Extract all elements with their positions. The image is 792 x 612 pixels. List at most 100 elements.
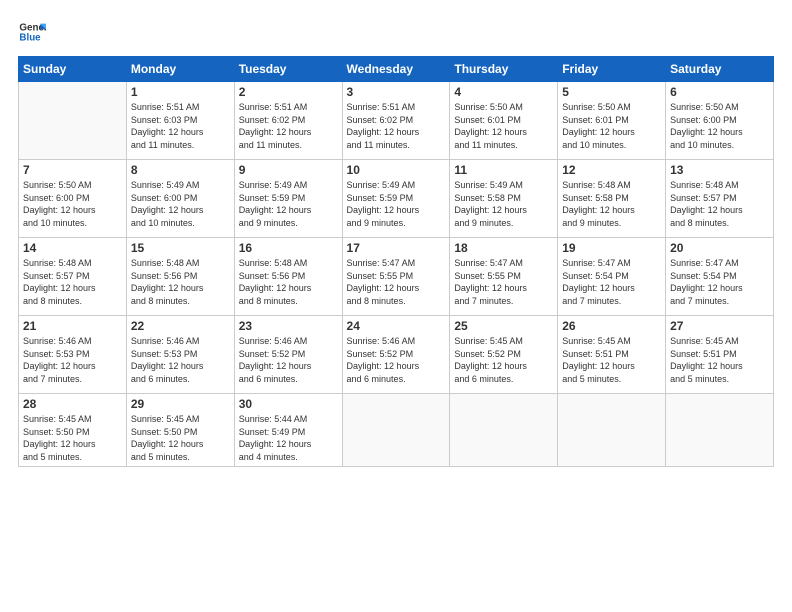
weekday-header-monday: Monday [126,57,234,82]
calendar-cell: 16 Sunrise: 5:48 AM Sunset: 5:56 PM Dayli… [234,238,342,316]
weekday-header-friday: Friday [558,57,666,82]
calendar-cell: 4 Sunrise: 5:50 AM Sunset: 6:01 PM Daylig… [450,82,558,160]
day-info: Sunrise: 5:47 AM Sunset: 5:54 PM Dayligh… [562,257,661,307]
day-info: Sunrise: 5:45 AM Sunset: 5:51 PM Dayligh… [670,335,769,385]
day-number: 26 [562,319,661,333]
weekday-header-thursday: Thursday [450,57,558,82]
calendar-cell: 18 Sunrise: 5:47 AM Sunset: 5:55 PM Dayli… [450,238,558,316]
day-number: 19 [562,241,661,255]
calendar-cell: 3 Sunrise: 5:51 AM Sunset: 6:02 PM Daylig… [342,82,450,160]
calendar-cell: 22 Sunrise: 5:46 AM Sunset: 5:53 PM Dayli… [126,316,234,394]
calendar-cell: 2 Sunrise: 5:51 AM Sunset: 6:02 PM Daylig… [234,82,342,160]
calendar-cell [558,394,666,467]
day-number: 9 [239,163,338,177]
day-info: Sunrise: 5:45 AM Sunset: 5:50 PM Dayligh… [131,413,230,463]
day-info: Sunrise: 5:50 AM Sunset: 6:01 PM Dayligh… [454,101,553,151]
day-number: 28 [23,397,122,411]
day-number: 2 [239,85,338,99]
calendar-cell: 11 Sunrise: 5:49 AM Sunset: 5:58 PM Dayli… [450,160,558,238]
day-number: 4 [454,85,553,99]
calendar-cell [342,394,450,467]
day-number: 14 [23,241,122,255]
day-info: Sunrise: 5:48 AM Sunset: 5:58 PM Dayligh… [562,179,661,229]
day-info: Sunrise: 5:50 AM Sunset: 6:00 PM Dayligh… [23,179,122,229]
day-info: Sunrise: 5:51 AM Sunset: 6:02 PM Dayligh… [347,101,446,151]
day-number: 11 [454,163,553,177]
day-info: Sunrise: 5:49 AM Sunset: 5:59 PM Dayligh… [347,179,446,229]
day-number: 5 [562,85,661,99]
calendar-cell: 21Sunrise: 5:46 AM Sunset: 5:53 PM Dayli… [19,316,127,394]
calendar-cell: 1 Sunrise: 5:51 AM Sunset: 6:03 PM Daylig… [126,82,234,160]
day-info: Sunrise: 5:49 AM Sunset: 5:58 PM Dayligh… [454,179,553,229]
calendar-cell: 10 Sunrise: 5:49 AM Sunset: 5:59 PM Dayli… [342,160,450,238]
day-info: Sunrise: 5:51 AM Sunset: 6:02 PM Dayligh… [239,101,338,151]
day-number: 27 [670,319,769,333]
day-info: Sunrise: 5:51 AM Sunset: 6:03 PM Dayligh… [131,101,230,151]
weekday-header-wednesday: Wednesday [342,57,450,82]
day-number: 21 [23,319,122,333]
calendar-week-4: 21 Sunrise: 5:46 AM Sunset: 5:53 PM Dayli… [19,316,774,394]
day-info: Sunrise: 5:49 AM Sunset: 6:00 PM Dayligh… [131,179,230,229]
day-info: Sunrise: 5:48 AM Sunset: 5:56 PM Dayligh… [131,257,230,307]
day-info: Sunrise: 5:46 AM Sunset: 5:53 PM Dayligh… [131,335,230,385]
calendar-cell [666,394,774,467]
day-number: 20 [670,241,769,255]
day-number: 3 [347,85,446,99]
calendar-cell: 26 Sunrise: 5:45 AM Sunset: 5:51 PM Dayli… [558,316,666,394]
day-info: Sunrise: 5:46 AM Sunset: 5:52 PM Dayligh… [239,335,338,385]
calendar-cell: 30 Sunrise: 5:44 AM Sunset: 5:49 PM Dayli… [234,394,342,467]
day-number: 24 [347,319,446,333]
weekday-header-saturday: Saturday [666,57,774,82]
calendar-cell: 28 Sunrise: 5:45 AM Sunset: 5:50 PM Dayli… [19,394,127,467]
day-info: Sunrise: 5:46 AM Sunset: 5:52 PM Dayligh… [347,335,446,385]
day-info: Sunrise: 5:45 AM Sunset: 5:52 PM Dayligh… [454,335,553,385]
day-info: Sunrise: 5:47 AM Sunset: 5:55 PM Dayligh… [454,257,553,307]
day-info: Sunrise: 5:44 AM Sunset: 5:49 PM Dayligh… [239,413,338,463]
calendar-cell: 13 Sunrise: 5:48 AM Sunset: 5:57 PM Dayli… [666,160,774,238]
calendar-cell: 27 Sunrise: 5:45 AM Sunset: 5:51 PM Dayli… [666,316,774,394]
day-info: Sunrise: 5:48 AM Sunset: 5:56 PM Dayligh… [239,257,338,307]
calendar-cell: 14 Sunrise: 5:48 AM Sunset: 5:57 PM Dayli… [19,238,127,316]
day-number: 22 [131,319,230,333]
day-number: 7 [23,163,122,177]
header: General Blue [18,18,774,46]
calendar-cell: 20Sunrise: 5:47 AM Sunset: 5:54 PM Dayli… [666,238,774,316]
calendar-cell [19,82,127,160]
calendar-cell: 9Sunrise: 5:49 AM Sunset: 5:59 PM Daylig… [234,160,342,238]
day-number: 16 [239,241,338,255]
weekday-header-sunday: Sunday [19,57,127,82]
day-number: 10 [347,163,446,177]
calendar-week-5: 28 Sunrise: 5:45 AM Sunset: 5:50 PM Dayli… [19,394,774,467]
calendar-cell: 7 Sunrise: 5:50 AM Sunset: 6:00 PM Daylig… [19,160,127,238]
day-number: 12 [562,163,661,177]
day-number: 18 [454,241,553,255]
day-info: Sunrise: 5:45 AM Sunset: 5:51 PM Dayligh… [562,335,661,385]
calendar-cell: 15 Sunrise: 5:48 AM Sunset: 5:56 PM Dayli… [126,238,234,316]
day-number: 30 [239,397,338,411]
calendar-cell: 25Sunrise: 5:45 AM Sunset: 5:52 PM Dayli… [450,316,558,394]
day-number: 15 [131,241,230,255]
calendar-cell: 17Sunrise: 5:47 AM Sunset: 5:55 PM Dayli… [342,238,450,316]
svg-text:Blue: Blue [19,32,41,43]
day-number: 8 [131,163,230,177]
day-number: 23 [239,319,338,333]
day-info: Sunrise: 5:45 AM Sunset: 5:50 PM Dayligh… [23,413,122,463]
day-info: Sunrise: 5:48 AM Sunset: 5:57 PM Dayligh… [23,257,122,307]
day-number: 6 [670,85,769,99]
calendar-cell: 23 Sunrise: 5:46 AM Sunset: 5:52 PM Dayli… [234,316,342,394]
day-number: 13 [670,163,769,177]
weekday-header-row: SundayMondayTuesdayWednesdayThursdayFrid… [19,57,774,82]
day-number: 1 [131,85,230,99]
logo-icon: General Blue [18,18,46,46]
day-number: 17 [347,241,446,255]
calendar-cell: 12 Sunrise: 5:48 AM Sunset: 5:58 PM Dayli… [558,160,666,238]
calendar-cell: 19 Sunrise: 5:47 AM Sunset: 5:54 PM Dayli… [558,238,666,316]
calendar-cell: 24 Sunrise: 5:46 AM Sunset: 5:52 PM Dayli… [342,316,450,394]
calendar-cell: 5 Sunrise: 5:50 AM Sunset: 6:01 PM Daylig… [558,82,666,160]
calendar-week-2: 7 Sunrise: 5:50 AM Sunset: 6:00 PM Daylig… [19,160,774,238]
calendar-week-1: 1 Sunrise: 5:51 AM Sunset: 6:03 PM Daylig… [19,82,774,160]
calendar-cell: 29Sunrise: 5:45 AM Sunset: 5:50 PM Dayli… [126,394,234,467]
weekday-header-tuesday: Tuesday [234,57,342,82]
day-info: Sunrise: 5:48 AM Sunset: 5:57 PM Dayligh… [670,179,769,229]
day-info: Sunrise: 5:50 AM Sunset: 6:01 PM Dayligh… [562,101,661,151]
